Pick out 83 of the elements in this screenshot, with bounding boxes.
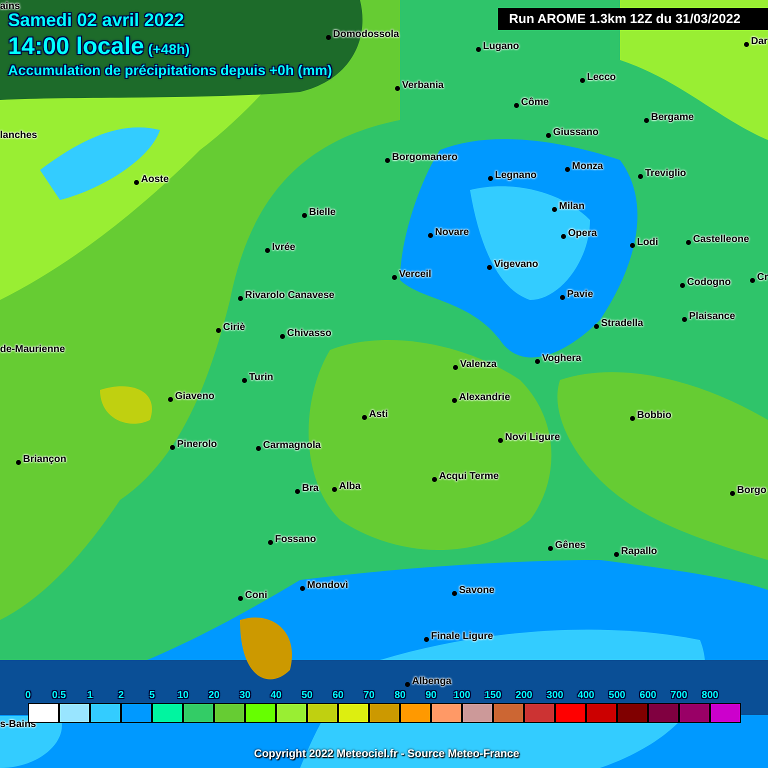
city-label: Côme: [521, 96, 549, 109]
city-label: Novare: [435, 226, 469, 239]
city-label: de-Maurienne: [0, 343, 66, 356]
city-label: Voghera: [542, 352, 582, 365]
city-label: Bobbio: [637, 409, 672, 422]
legend-tick-label: 20: [208, 690, 220, 701]
city-label: Carmagnola: [263, 439, 321, 452]
city-label: lanches: [0, 129, 38, 142]
city-label: Ivrée: [272, 241, 296, 254]
legend-tick-label: 5: [149, 690, 155, 701]
city-label: Legnano: [495, 169, 537, 182]
city-label: Rivarolo Canavese: [245, 289, 334, 302]
city-label: Coni: [245, 589, 268, 602]
city-label: Aoste: [141, 173, 169, 186]
map-subtitle: Accumulation de précipitations depuis +0h (mm): [8, 62, 332, 78]
legend-tick-label: 500: [608, 690, 626, 701]
city-label: Pavie: [567, 288, 594, 301]
legend-tick-label: 1: [87, 690, 93, 701]
city-label: Ciriè: [223, 321, 246, 334]
copyright-text: Copyright 2022 Meteociel.fr - Source Meteo-France: [254, 747, 520, 762]
city-label: Turin: [249, 371, 274, 384]
map-date: Samedi 02 avril 2022: [8, 10, 186, 30]
city-label: Monza: [572, 160, 604, 173]
legend-tick-label: 0.5: [52, 690, 66, 701]
city-label: Fossano: [275, 533, 316, 546]
city-label: Plaisance: [689, 310, 736, 323]
city-label: Vigevano: [494, 258, 538, 271]
city-label: Borgo: [737, 484, 766, 497]
legend-tick-label: 90: [425, 690, 437, 701]
city-label: Lecco: [587, 71, 616, 84]
city-label: Rapallo: [621, 545, 658, 558]
city-label: Cr: [757, 271, 768, 284]
legend-tick-label: 200: [516, 690, 532, 701]
city-label: Pinerolo: [177, 438, 218, 451]
city-label: Savone: [459, 584, 495, 597]
legend-tick-label: 70: [363, 690, 375, 701]
legend-tick-label: 700: [670, 690, 688, 701]
legend-tick-label: 100: [454, 690, 470, 701]
forecast-lead: (+48h): [148, 40, 190, 59]
legend-tick-label: 40: [270, 690, 282, 701]
city-label: ains: [0, 0, 20, 13]
legend-tick-label: 2: [118, 690, 124, 701]
city-label: Alexandrie: [459, 391, 510, 404]
city-label: Finale Ligure: [431, 630, 494, 643]
city-label: Novi Ligure: [505, 431, 560, 444]
city-label: Lodi: [637, 236, 658, 249]
city-label: Bra: [302, 482, 319, 495]
city-label: Mondovì: [307, 579, 348, 592]
city-label: Domodossola: [333, 28, 400, 41]
city-label: Lugano: [483, 40, 520, 53]
city-label: Treviglio: [645, 167, 686, 180]
city-label: Valenza: [460, 358, 497, 371]
city-label: Alba: [339, 480, 361, 493]
map-time: 14:00 locale: [8, 34, 144, 60]
legend-tick-label: 30: [239, 690, 251, 701]
legend-tick-label: 800: [702, 690, 718, 701]
city-label: Briançon: [23, 453, 66, 466]
legend-tick-label: 10: [177, 690, 189, 701]
city-label: Albenga: [412, 675, 452, 688]
city-label: Bielle: [309, 206, 336, 219]
city-label: Giussano: [553, 126, 599, 139]
legend-tick-label: 60: [332, 690, 344, 701]
city-label: Codogno: [687, 276, 731, 289]
legend-tick-label: 50: [301, 690, 313, 701]
city-label: Giaveno: [175, 390, 214, 403]
legend-tick-label: 600: [640, 690, 656, 701]
city-label: Castelleone: [693, 233, 750, 246]
city-label: Opera: [568, 227, 597, 240]
city-label: Stradella: [601, 317, 644, 330]
city-label: Verbania: [402, 79, 444, 92]
city-label: Chivasso: [287, 327, 332, 340]
legend-tick-label: 400: [578, 690, 594, 701]
city-label: Acqui Terme: [439, 470, 499, 483]
city-label: Milan: [559, 200, 585, 213]
legend-tick-label: 300: [546, 690, 564, 701]
legend-tick-label: 80: [394, 690, 406, 701]
legend-tick-label: 0: [25, 690, 31, 701]
city-label: Dar: [751, 35, 768, 48]
run-label: Run AROME 1.3km 12Z du 31/03/2022: [498, 8, 768, 30]
city-label: Bergame: [651, 111, 694, 124]
legend-tick-label: 150: [484, 690, 502, 701]
city-label: Asti: [369, 408, 388, 421]
city-label: Gênes: [555, 539, 586, 552]
